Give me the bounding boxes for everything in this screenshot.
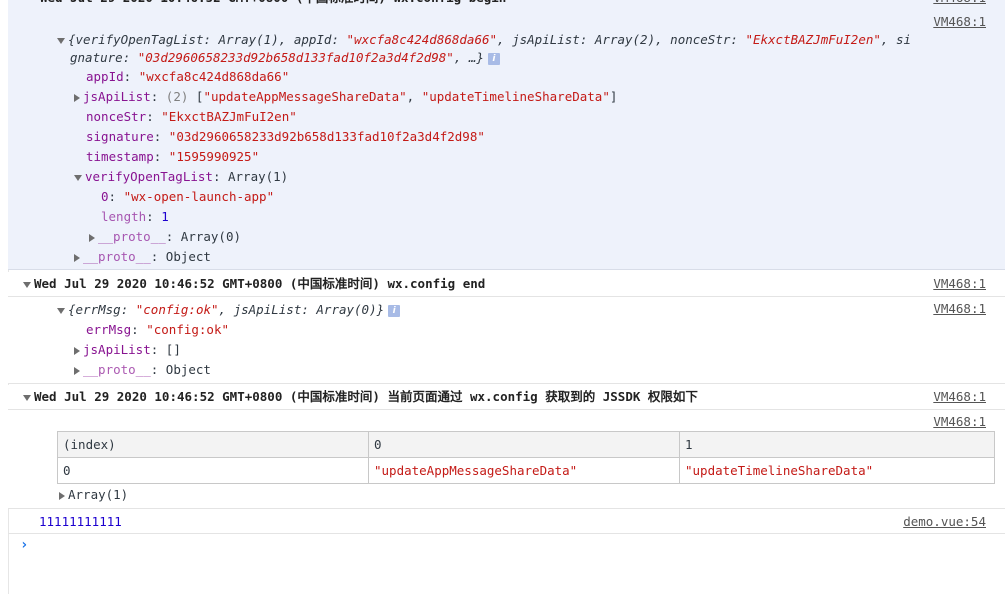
- table-header-row: (index) 0 1: [57, 431, 995, 458]
- prop-index-0: 0: "wx-open-launch-app": [101, 189, 275, 204]
- table-row: 0 "updateAppMessageShareData" "updateTim…: [57, 457, 995, 484]
- source-link[interactable]: VM468:1: [933, 412, 986, 432]
- prop-verifyopentaglist[interactable]: verifyOpenTagList: Array(1): [74, 167, 288, 187]
- console-prompt-icon[interactable]: ›: [20, 537, 28, 553]
- array-expander[interactable]: Array(1): [59, 485, 128, 505]
- expand-arrow-icon[interactable]: [74, 253, 80, 262]
- prop-proto-object[interactable]: __proto__: Object: [74, 360, 211, 380]
- prop-errmsg: errMsg: "config:ok": [86, 322, 230, 337]
- prop-length: length: 1: [101, 209, 169, 224]
- source-link[interactable]: VM468:1: [933, 387, 986, 407]
- collapse-arrow-icon[interactable]: [23, 394, 31, 401]
- expand-arrow-icon[interactable]: [74, 366, 80, 375]
- table-cell: "updateAppMessageShareData": [368, 457, 680, 484]
- source-link[interactable]: demo.vue:54: [903, 512, 986, 532]
- expand-arrow-icon[interactable]: [74, 346, 80, 355]
- console-table: (index) 0 1 0 "updateAppMessageShareData…: [57, 431, 995, 484]
- collapse-arrow-icon[interactable]: [74, 174, 82, 181]
- console-input[interactable]: [36, 538, 986, 556]
- info-icon[interactable]: i: [487, 52, 500, 65]
- prop-noncestr: nonceStr: "EkxctBAZJmFuI2en": [86, 109, 297, 124]
- log-header[interactable]: Wed Jul 29 2020 10:46:52 GMT+0800 (中国标准时…: [23, 274, 485, 294]
- prop-jsapilist[interactable]: jsApiList: (2) ["updateAppMessageShareDa…: [74, 87, 617, 107]
- collapse-arrow-icon[interactable]: [23, 281, 31, 288]
- prop-proto-object[interactable]: __proto__: Object: [74, 247, 211, 267]
- prop-appid: appId: "wxcfa8c424d868da66": [86, 69, 290, 84]
- info-icon[interactable]: i: [388, 304, 401, 317]
- column-header-0[interactable]: 0: [368, 431, 680, 458]
- table-cell: "updateTimelineShareData": [679, 457, 995, 484]
- log-value: 11111111111: [39, 514, 122, 529]
- prop-jsapilist[interactable]: jsApiList: []: [74, 340, 181, 360]
- source-link[interactable]: VM468:1: [933, 0, 986, 8]
- expand-arrow-icon[interactable]: [89, 233, 95, 242]
- expand-arrow-icon[interactable]: [57, 37, 65, 44]
- log-header[interactable]: Wed Jul 29 2020 10:46:52 GMT+0800 (中国标准时…: [23, 387, 698, 407]
- prop-timestamp: timestamp: "1595990925": [86, 149, 260, 164]
- column-header-index[interactable]: (index): [57, 431, 369, 458]
- divider: [8, 533, 1005, 534]
- collapse-arrow-icon[interactable]: [57, 307, 65, 314]
- expand-arrow-icon[interactable]: [74, 93, 80, 102]
- prop-proto-array[interactable]: __proto__: Array(0): [89, 227, 241, 247]
- source-link[interactable]: VM468:1: [933, 12, 986, 32]
- source-link[interactable]: VM468:1: [933, 299, 986, 319]
- object-summary[interactable]: {errMsg: "config:ok", jsApiList: Array(0…: [57, 300, 401, 320]
- table-cell: 0: [57, 457, 369, 484]
- expand-arrow-icon[interactable]: [59, 491, 65, 500]
- prop-signature: signature: "03d2960658233d92b658d133fad1…: [86, 129, 485, 144]
- source-link[interactable]: VM468:1: [933, 274, 986, 294]
- object-summary-wrap: gnature: "03d2960658233d92b658d133fad10f…: [70, 48, 500, 68]
- log-header-cut: Wed Jul 29 2020 10:46:52 GMT+0800 (中国标准时…: [40, 0, 506, 8]
- object-summary[interactable]: {verifyOpenTagList: Array(1), appId: "wx…: [57, 30, 911, 50]
- column-header-1[interactable]: 1: [679, 431, 995, 458]
